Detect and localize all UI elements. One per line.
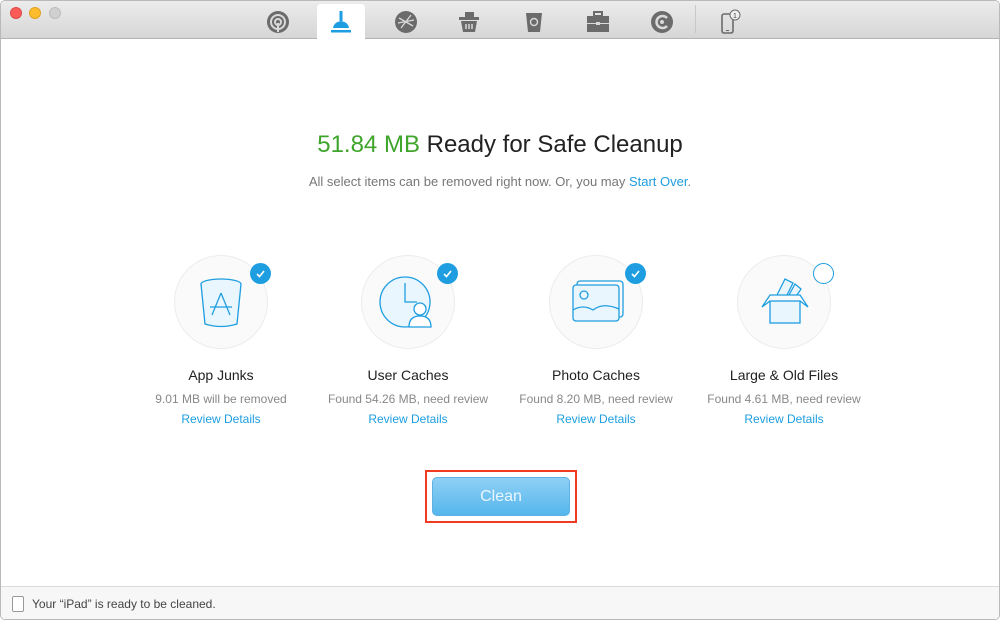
airbackup-icon bbox=[267, 10, 289, 33]
app-window: 1 51.84 MB Ready for Safe Cleanup All se… bbox=[0, 0, 1000, 620]
zoom-button[interactable] bbox=[49, 7, 61, 19]
toolbar: 1 bbox=[1, 1, 999, 40]
checkbox-checked[interactable] bbox=[437, 263, 458, 284]
tab-device[interactable]: 1 bbox=[705, 4, 753, 39]
device-badge: 1 bbox=[733, 13, 737, 20]
category-title: Large & Old Files bbox=[729, 367, 839, 383]
tab-restore[interactable] bbox=[638, 4, 686, 39]
checkmark-icon bbox=[256, 270, 265, 278]
cleanup-icon bbox=[331, 11, 351, 33]
review-details-link[interactable]: Review Details bbox=[313, 412, 503, 426]
ipad-icon bbox=[12, 596, 24, 612]
start-over-link[interactable]: Start Over bbox=[629, 174, 688, 189]
review-details-link[interactable]: Review Details bbox=[689, 412, 879, 426]
tab-privacy-cleanup[interactable] bbox=[445, 4, 493, 39]
status-bar: Your “iPad” is ready to be cleaned. bbox=[1, 586, 999, 619]
minimize-button[interactable] bbox=[29, 7, 41, 19]
large-files-box-icon bbox=[761, 278, 809, 324]
internet-cleanup-icon bbox=[395, 10, 417, 33]
subtitle: All select items can be removed right no… bbox=[1, 174, 999, 189]
tab-cleanup[interactable] bbox=[317, 4, 365, 40]
status-text: Your “iPad” is ready to be cleaned. bbox=[32, 597, 216, 611]
tab-toolkit[interactable] bbox=[574, 4, 622, 39]
photo-cache-icon bbox=[572, 280, 624, 322]
toolkit-briefcase-icon bbox=[587, 10, 609, 32]
category-desc: Found 54.26 MB, need review bbox=[327, 392, 489, 406]
trash-recycle-icon bbox=[526, 12, 542, 32]
restore-icon bbox=[651, 10, 673, 33]
close-button[interactable] bbox=[10, 7, 22, 19]
category-desc: 9.01 MB will be removed bbox=[155, 392, 287, 406]
checkbox-checked[interactable] bbox=[625, 263, 646, 284]
page-title: 51.84 MB Ready for Safe Cleanup bbox=[1, 131, 999, 159]
app-junk-bin-icon bbox=[200, 278, 242, 328]
tab-trash[interactable] bbox=[510, 4, 558, 39]
toolbar-divider bbox=[695, 5, 696, 33]
checkmark-icon bbox=[443, 270, 452, 278]
category-title: Photo Caches bbox=[552, 367, 640, 383]
subtitle-text: All select items can be removed right no… bbox=[308, 174, 629, 189]
device-icon: 1 bbox=[721, 9, 741, 34]
clean-button[interactable]: Clean bbox=[432, 477, 570, 516]
review-details-link[interactable]: Review Details bbox=[501, 412, 691, 426]
tab-internet-cleanup[interactable] bbox=[382, 4, 430, 39]
privacy-cleanup-icon bbox=[459, 11, 479, 32]
tab-airbackup[interactable] bbox=[254, 4, 302, 39]
headline-text: Ready for Safe Cleanup bbox=[419, 131, 683, 158]
category-title: App Junks bbox=[188, 367, 254, 383]
category-title: User Caches bbox=[367, 367, 449, 383]
subtitle-end: . bbox=[687, 174, 692, 189]
review-details-link[interactable]: Review Details bbox=[126, 412, 316, 426]
category-desc: Found 8.20 MB, need review bbox=[519, 392, 673, 406]
user-cache-clock-icon bbox=[379, 276, 432, 328]
checkbox-checked[interactable] bbox=[250, 263, 271, 284]
cleanup-amount: 51.84 MB bbox=[317, 131, 420, 158]
checkbox-unchecked[interactable] bbox=[813, 263, 834, 284]
checkmark-icon bbox=[631, 270, 640, 278]
category-desc: Found 4.61 MB, need review bbox=[707, 392, 861, 406]
